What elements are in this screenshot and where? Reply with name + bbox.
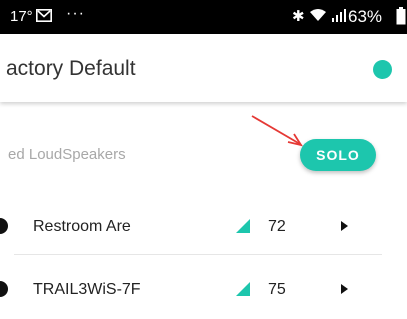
volume-level-icon	[236, 219, 250, 233]
speaker-row[interactable]: TRAIL3WiS-7F 75	[0, 259, 407, 319]
app-header: actory Default	[0, 34, 407, 102]
speaker-status-icon	[0, 218, 8, 234]
mail-icon	[36, 9, 52, 22]
volume-level-icon	[236, 282, 250, 296]
status-time: 17°	[10, 8, 33, 25]
speaker-volume: 75	[268, 281, 286, 298]
speaker-status-icon	[0, 281, 8, 297]
battery-icon	[396, 7, 406, 25]
row-divider	[14, 254, 382, 255]
section-label: ed LoudSpeakers	[8, 146, 126, 163]
speaker-row[interactable]: Restroom Are 72	[0, 196, 407, 256]
bluetooth-icon: ✱	[292, 8, 305, 25]
status-indicator-dot[interactable]	[373, 60, 392, 79]
play-icon[interactable]	[341, 221, 348, 231]
annotation-arrow-icon	[251, 115, 303, 147]
page-title: actory Default	[6, 57, 136, 80]
status-bar: 17° ··· ✱ 63%	[0, 0, 407, 34]
solo-button[interactable]: SOLO	[300, 139, 376, 171]
speaker-name: TRAIL3WiS-7F	[33, 281, 141, 298]
battery-percentage: 63%	[348, 7, 383, 26]
wifi-icon	[310, 9, 326, 21]
play-icon[interactable]	[341, 284, 348, 294]
speaker-volume: 72	[268, 218, 286, 235]
speaker-name: Restroom Are	[33, 218, 131, 235]
more-notifications-icon: ···	[66, 5, 85, 22]
signal-icon	[332, 9, 346, 22]
